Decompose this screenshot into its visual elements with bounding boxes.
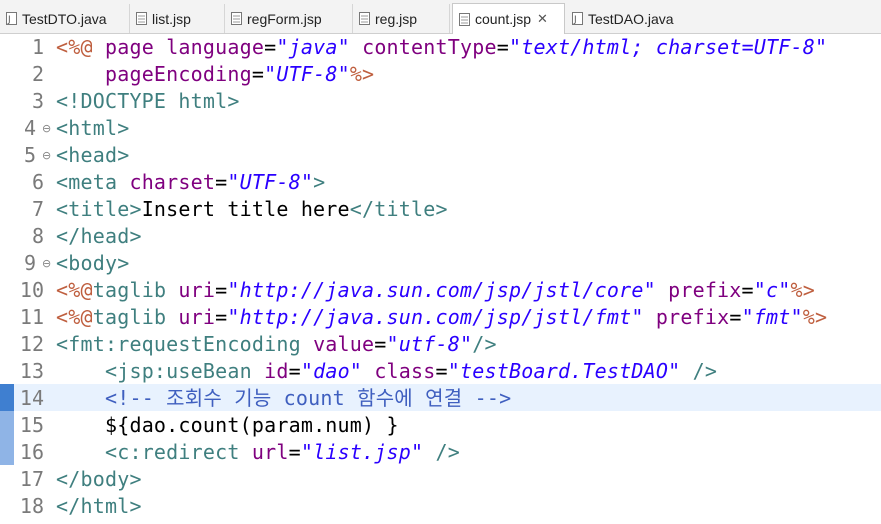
line-number: 6	[31, 170, 44, 194]
line-number: 11	[19, 305, 44, 329]
code-line-comment: <!-- 조회수 기능 count 함수에 연결 -->	[104, 386, 512, 410]
tab-label: count.jsp	[475, 11, 532, 27]
code-line: </html>	[56, 494, 142, 518]
svg-text:J: J	[7, 15, 11, 25]
code-line: <body>	[56, 251, 130, 275]
code-line: <%@taglib uri="http://java.sun.com/jsp/j…	[56, 305, 828, 329]
java-file-icon: J	[572, 12, 583, 25]
tab-reg-jsp[interactable]: reg.jsp	[353, 4, 450, 33]
line-number: 7	[31, 197, 44, 221]
line-number: 15	[19, 413, 44, 437]
jsp-file-icon	[359, 12, 370, 25]
code-line: ${dao.count(param.num) }	[104, 413, 399, 437]
java-file-icon: J	[6, 12, 17, 25]
line-number: 17	[19, 467, 44, 491]
code-line: </head>	[56, 224, 142, 248]
code-line: pageEncoding="UTF-8"%>	[104, 62, 375, 86]
code-line: <head>	[56, 143, 130, 167]
tab-label: list.jsp	[152, 10, 191, 27]
code-line: </body>	[56, 467, 142, 491]
tab-label: regForm.jsp	[247, 10, 322, 27]
code-line: <title>Insert title here</title>	[56, 197, 448, 221]
line-number: 13	[19, 359, 44, 383]
line-number: 10	[19, 278, 44, 302]
tab-regform-jsp[interactable]: regForm.jsp	[225, 4, 353, 33]
svg-text:J: J	[573, 15, 577, 25]
editor-tab-bar: J TestDTO.java list.jsp regForm.jsp reg.…	[0, 0, 881, 34]
line-number: 18	[19, 494, 44, 518]
line-number: 1	[31, 35, 44, 59]
code-editor[interactable]: 1 2 3 4 ⊖ 5 ⊖ 6 7 8 9 ⊖ 10 11 12 13 14 1…	[0, 34, 881, 524]
code-line: <html>	[56, 116, 130, 140]
line-number: 14	[19, 386, 44, 410]
tab-label: reg.jsp	[375, 10, 418, 27]
line-number: 8	[31, 224, 44, 248]
jsp-file-icon	[136, 12, 147, 25]
tab-testdao-java[interactable]: J TestDAO.java	[566, 4, 690, 33]
fold-collapse-icon[interactable]: ⊖	[42, 258, 51, 269]
code-line: <c:redirect url="list.jsp" />	[104, 440, 461, 464]
close-icon[interactable]: ✕	[537, 11, 548, 27]
line-number: 2	[31, 62, 44, 86]
fold-collapse-icon[interactable]: ⊖	[42, 123, 51, 134]
jsp-file-icon	[459, 12, 470, 26]
tab-label: TestDTO.java	[22, 10, 107, 27]
code-line: <%@taglib uri="http://java.sun.com/jsp/j…	[56, 278, 816, 302]
tab-count-jsp[interactable]: count.jsp ✕	[452, 3, 565, 34]
line-number: 4	[23, 116, 36, 140]
code-line: <meta charset="UTF-8">	[56, 170, 326, 194]
line-number: 3	[31, 89, 44, 113]
tab-list-jsp[interactable]: list.jsp	[130, 4, 225, 33]
tab-testdto-java[interactable]: J TestDTO.java	[0, 4, 130, 33]
line-number: 12	[19, 332, 44, 356]
line-number: 9	[23, 251, 36, 275]
code-line: <jsp:useBean id="dao" class="testBoard.T…	[104, 359, 718, 383]
line-number: 16	[19, 440, 44, 464]
code-line: <%@ page language="java" contentType="te…	[56, 35, 828, 59]
line-number: 5	[23, 143, 36, 167]
jsp-file-icon	[231, 12, 242, 25]
tab-label: TestDAO.java	[588, 10, 674, 27]
code-line: <!DOCTYPE html>	[56, 89, 240, 113]
fold-collapse-icon[interactable]: ⊖	[42, 150, 51, 161]
code-line: <fmt:requestEncoding value="utf-8"/>	[56, 332, 497, 356]
